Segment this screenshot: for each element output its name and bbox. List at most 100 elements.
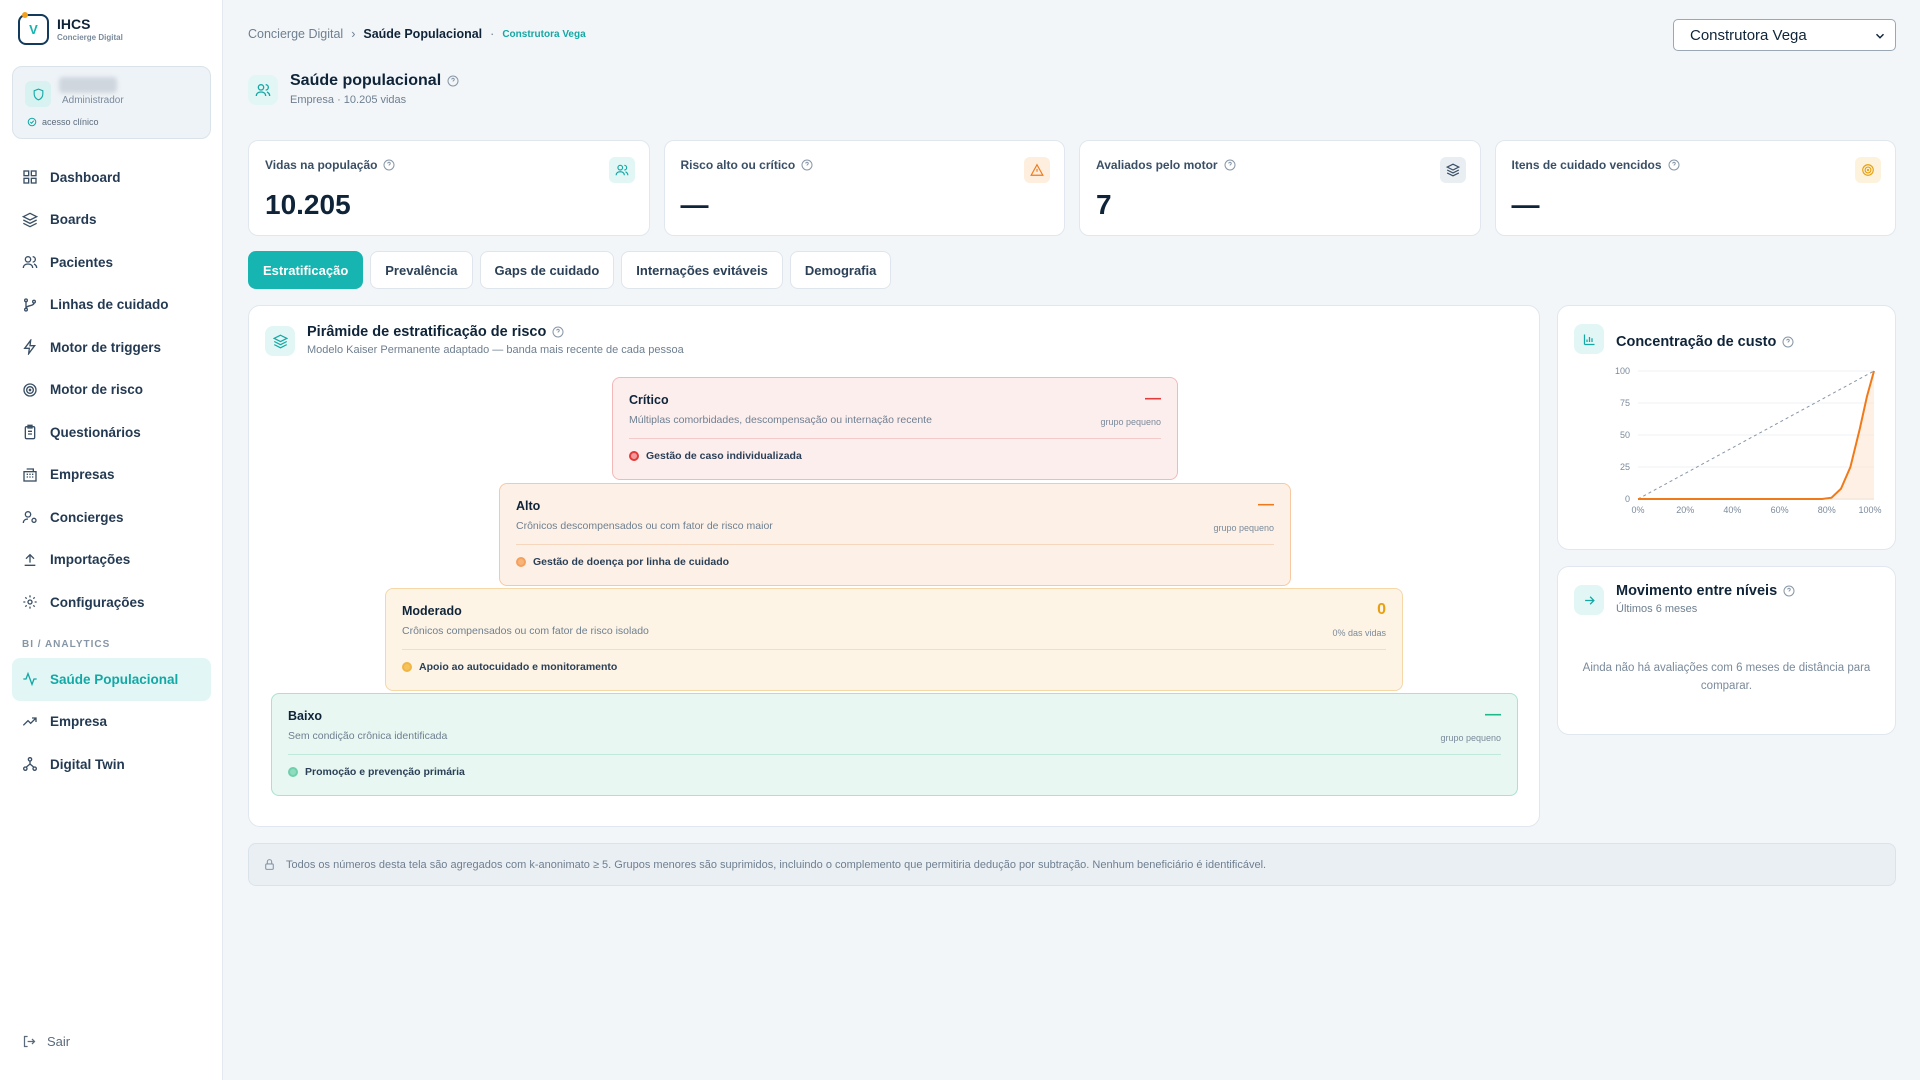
privacy-note-text: Todos os números desta tela são agregado… (286, 858, 1267, 871)
gear-icon (23, 595, 37, 609)
x-tick-label: 40% (1723, 505, 1741, 515)
help-icon[interactable] (1783, 585, 1795, 597)
tier-description: Múltiplas comorbidades, descompensação o… (629, 414, 932, 426)
tier-value: — (1258, 496, 1274, 513)
nav-item-motor-de-risco[interactable]: Motor de risco (12, 369, 211, 412)
nav-item-configuracoes[interactable]: Configurações (12, 581, 211, 624)
user-role: Administrador (62, 95, 124, 106)
user-card[interactable]: Administrador acesso clínico (12, 66, 211, 139)
movement-title-text: Movimento entre níveis (1616, 583, 1778, 599)
nav-item-digital-twin[interactable]: Digital Twin (12, 743, 211, 786)
nav-item-empresa[interactable]: Empresa (12, 701, 211, 744)
users-icon (22, 256, 38, 269)
main-nav: Dashboard Boards Pacientes Linhas de cui… (12, 156, 211, 624)
brand[interactable]: V IHCS Concierge Digital (18, 12, 123, 45)
pyramid-subtitle: Modelo Kaiser Permanente adaptado — band… (307, 344, 684, 356)
help-icon[interactable] (801, 159, 813, 171)
kpi-row: Vidas na população 10.205 Risco alto ou … (248, 140, 1896, 236)
tier-note: 0% das vidas (1332, 628, 1386, 638)
page-header: Saúde populacional Empresa · 10.205 vida… (248, 72, 459, 106)
help-icon[interactable] (552, 326, 564, 338)
tab-prevalencia[interactable]: Prevalência (370, 251, 473, 289)
users-icon (248, 75, 278, 105)
nav-label: Empresa (50, 714, 108, 730)
nav-item-motor-de-triggers[interactable]: Motor de triggers (12, 326, 211, 369)
pyramid-title: Pirâmide de estratificação de risco (307, 324, 684, 340)
tier-description: Crônicos descompensados ou com fator de … (516, 520, 773, 532)
tier-action: Gestão de doença por linha de cuidado (516, 556, 729, 568)
tab-estratificacao[interactable]: Estratificação (248, 251, 364, 289)
nav-label: Linhas de cuidado (50, 297, 169, 313)
tier-value: 0 (1377, 601, 1386, 618)
tier-action: Gestão de caso individualizada (629, 450, 802, 462)
upload-icon (24, 553, 36, 566)
nav-item-dashboard[interactable]: Dashboard (12, 156, 211, 199)
tier-moderado[interactable]: Moderado Crônicos compensados ou com fat… (385, 588, 1403, 691)
bolt-icon (23, 339, 36, 356)
status-dot (402, 662, 412, 672)
status-dot (629, 451, 639, 461)
nav-label: Motor de triggers (50, 339, 162, 355)
tier-name: Crítico (629, 393, 669, 407)
help-icon[interactable] (1224, 159, 1236, 171)
tier-action-text: Gestão de doença por linha de cuidado (533, 556, 730, 568)
help-icon[interactable] (447, 75, 459, 87)
nav-label: Saúde Populacional (50, 671, 179, 687)
privacy-note: Todos os números desta tela são agregado… (248, 843, 1896, 886)
nav-label: Configurações (50, 594, 145, 610)
nav-item-questionarios[interactable]: Questionários (12, 411, 211, 454)
clipboard-icon (24, 424, 36, 440)
branch-icon (24, 298, 36, 312)
tier-baixo[interactable]: Baixo Sem condição crônica identificada … (271, 693, 1518, 796)
nav-item-linhas-de-cuidado[interactable]: Linhas de cuidado (12, 284, 211, 327)
tier-action: Apoio ao autocuidado e monitoramento (402, 661, 617, 673)
kpi-card-risco: Risco alto ou crítico — (663, 140, 1065, 236)
shield-icon (25, 81, 51, 107)
breadcrumb-root[interactable]: Concierge Digital (248, 27, 343, 41)
nav-section-label: BI / ANALYTICS (22, 639, 111, 650)
x-tick-label: 60% (1771, 505, 1789, 515)
arrow-right-icon (1574, 585, 1604, 615)
y-tick-label: 75 (1620, 398, 1630, 408)
nav-item-saude-populacional[interactable]: Saúde Populacional (12, 658, 211, 701)
sidebar: V IHCS Concierge Digital Administrador a… (0, 0, 223, 1080)
tier-action: Promoção e prevenção primária (288, 766, 465, 778)
x-tick-label: 100% (1858, 505, 1881, 515)
company-select-value: Construtora Vega (1690, 26, 1807, 44)
logout-icon (23, 1035, 36, 1048)
chevron-down-icon (1875, 33, 1885, 39)
tab-internacoes-evitaveis[interactable]: Internações evitáveis (621, 251, 783, 289)
target-icon (23, 383, 37, 397)
kpi-label-text: Vidas na população (265, 158, 378, 172)
access-badge: acesso clínico (27, 117, 99, 127)
nav-item-boards[interactable]: Boards (12, 199, 211, 242)
nav-label: Motor de risco (50, 382, 144, 398)
check-circle-icon (27, 117, 37, 127)
help-icon[interactable] (383, 159, 395, 171)
tier-note: grupo pequeno (1440, 733, 1501, 743)
tab-gaps-de-cuidado[interactable]: Gaps de cuidado (479, 251, 615, 289)
kpi-value: — (680, 189, 709, 220)
nav-item-pacientes[interactable]: Pacientes (12, 241, 211, 284)
nav-item-importacoes[interactable]: Importações (12, 539, 211, 582)
chevron-right-icon: › (351, 27, 356, 41)
help-icon[interactable] (1668, 159, 1680, 171)
kpi-card-avaliados: Avaliados pelo motor 7 (1079, 140, 1481, 236)
tier-critico[interactable]: Crítico Múltiplas comorbidades, descompe… (612, 377, 1178, 480)
users-icon (608, 157, 635, 183)
tier-alto[interactable]: Alto Crônicos descompensados ou com fato… (499, 483, 1291, 586)
company-select[interactable]: Construtora Vega (1673, 19, 1896, 51)
activity-icon (23, 672, 37, 687)
brand-logo: V (18, 12, 49, 45)
logout-label: Sair (47, 1034, 71, 1049)
nav-item-concierges[interactable]: Concierges (12, 496, 211, 539)
y-tick-label: 25 (1620, 462, 1630, 472)
nav-item-empresas[interactable]: Empresas (12, 454, 211, 497)
analytics-nav: Saúde Populacional Empresa Digital Twin (12, 658, 211, 786)
pyramid-card: Pirâmide de estratificação de risco Mode… (248, 305, 1540, 827)
layers-icon (1439, 157, 1466, 183)
logout-button[interactable]: Sair (22, 1034, 70, 1049)
tab-demografia[interactable]: Demografia (789, 251, 892, 289)
kpi-value: 7 (1096, 189, 1112, 220)
divider (516, 544, 1274, 545)
